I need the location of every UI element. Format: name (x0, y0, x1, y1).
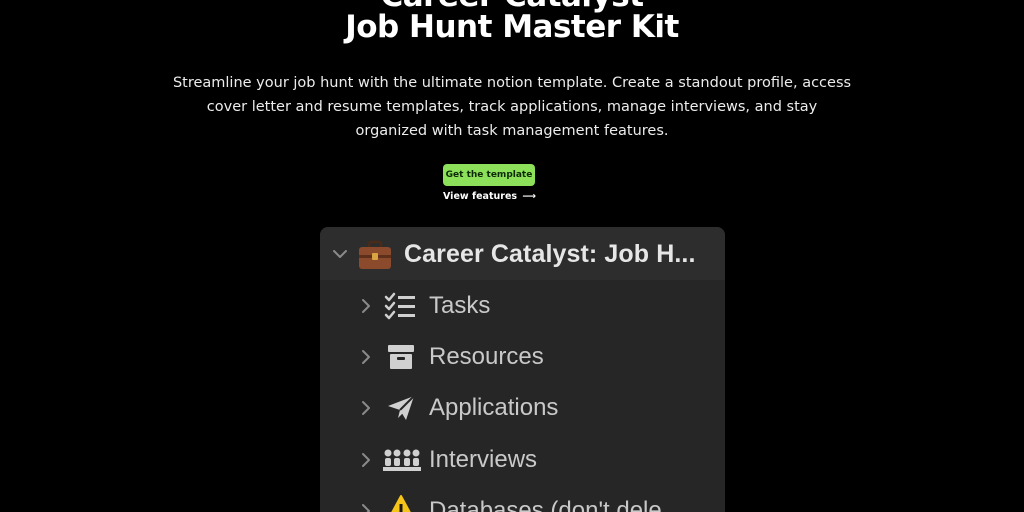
chevron-right-icon[interactable] (360, 452, 372, 468)
sidebar-item-databases[interactable]: Databases (don't dele (320, 489, 725, 512)
hero-description: Streamline your job hunt with the ultima… (162, 71, 862, 143)
view-features-link[interactable]: View features ⟶ (0, 191, 979, 202)
description-line-3: organized with task management features. (355, 123, 669, 139)
sidebar-item-label: Databases (don't dele (429, 497, 662, 512)
get-template-label: Get the template (445, 170, 533, 180)
sidebar-item-label: Resources (429, 343, 544, 370)
chevron-right-icon[interactable] (360, 503, 372, 512)
arrow-right-icon: ⟶ (522, 191, 536, 202)
chevron-right-icon[interactable] (360, 349, 372, 365)
paper-plane-icon (388, 395, 415, 420)
view-features-label: View features (443, 191, 518, 202)
archive-box-icon (388, 345, 414, 369)
sidebar-item-label: Interviews (429, 446, 538, 473)
sidebar-item-resources[interactable]: Resources (320, 335, 725, 379)
sidebar-item-tasks[interactable]: Tasks (320, 284, 725, 328)
chevron-right-icon[interactable] (360, 298, 372, 314)
get-template-button[interactable]: Get the template (443, 164, 535, 186)
description-line-2: cover letter and resume templates, track… (206, 99, 818, 115)
chevron-right-icon[interactable] (360, 400, 372, 416)
page-tree-root-row[interactable]: Career Catalyst: Job H... (320, 227, 725, 280)
checklist-icon (384, 292, 415, 320)
hero-title: Job Hunt Master Kit (345, 9, 679, 45)
sidebar-item-applications[interactable]: Applications (320, 386, 725, 430)
sidebar-item-label: Tasks (429, 292, 491, 319)
briefcase-icon (359, 240, 391, 269)
chevron-down-icon[interactable] (332, 247, 348, 261)
warning-icon (391, 495, 411, 512)
description-line-1: Streamline your job hunt with the ultima… (172, 75, 852, 91)
notion-page-tree: Career Catalyst: Job H... Tasks Resource… (320, 227, 725, 512)
sidebar-item-label: Applications (429, 394, 559, 421)
sidebar-item-interviews[interactable]: Interviews (320, 438, 725, 482)
group-meeting-icon (383, 449, 421, 471)
root-page-title[interactable]: Career Catalyst: Job H... (404, 240, 696, 269)
